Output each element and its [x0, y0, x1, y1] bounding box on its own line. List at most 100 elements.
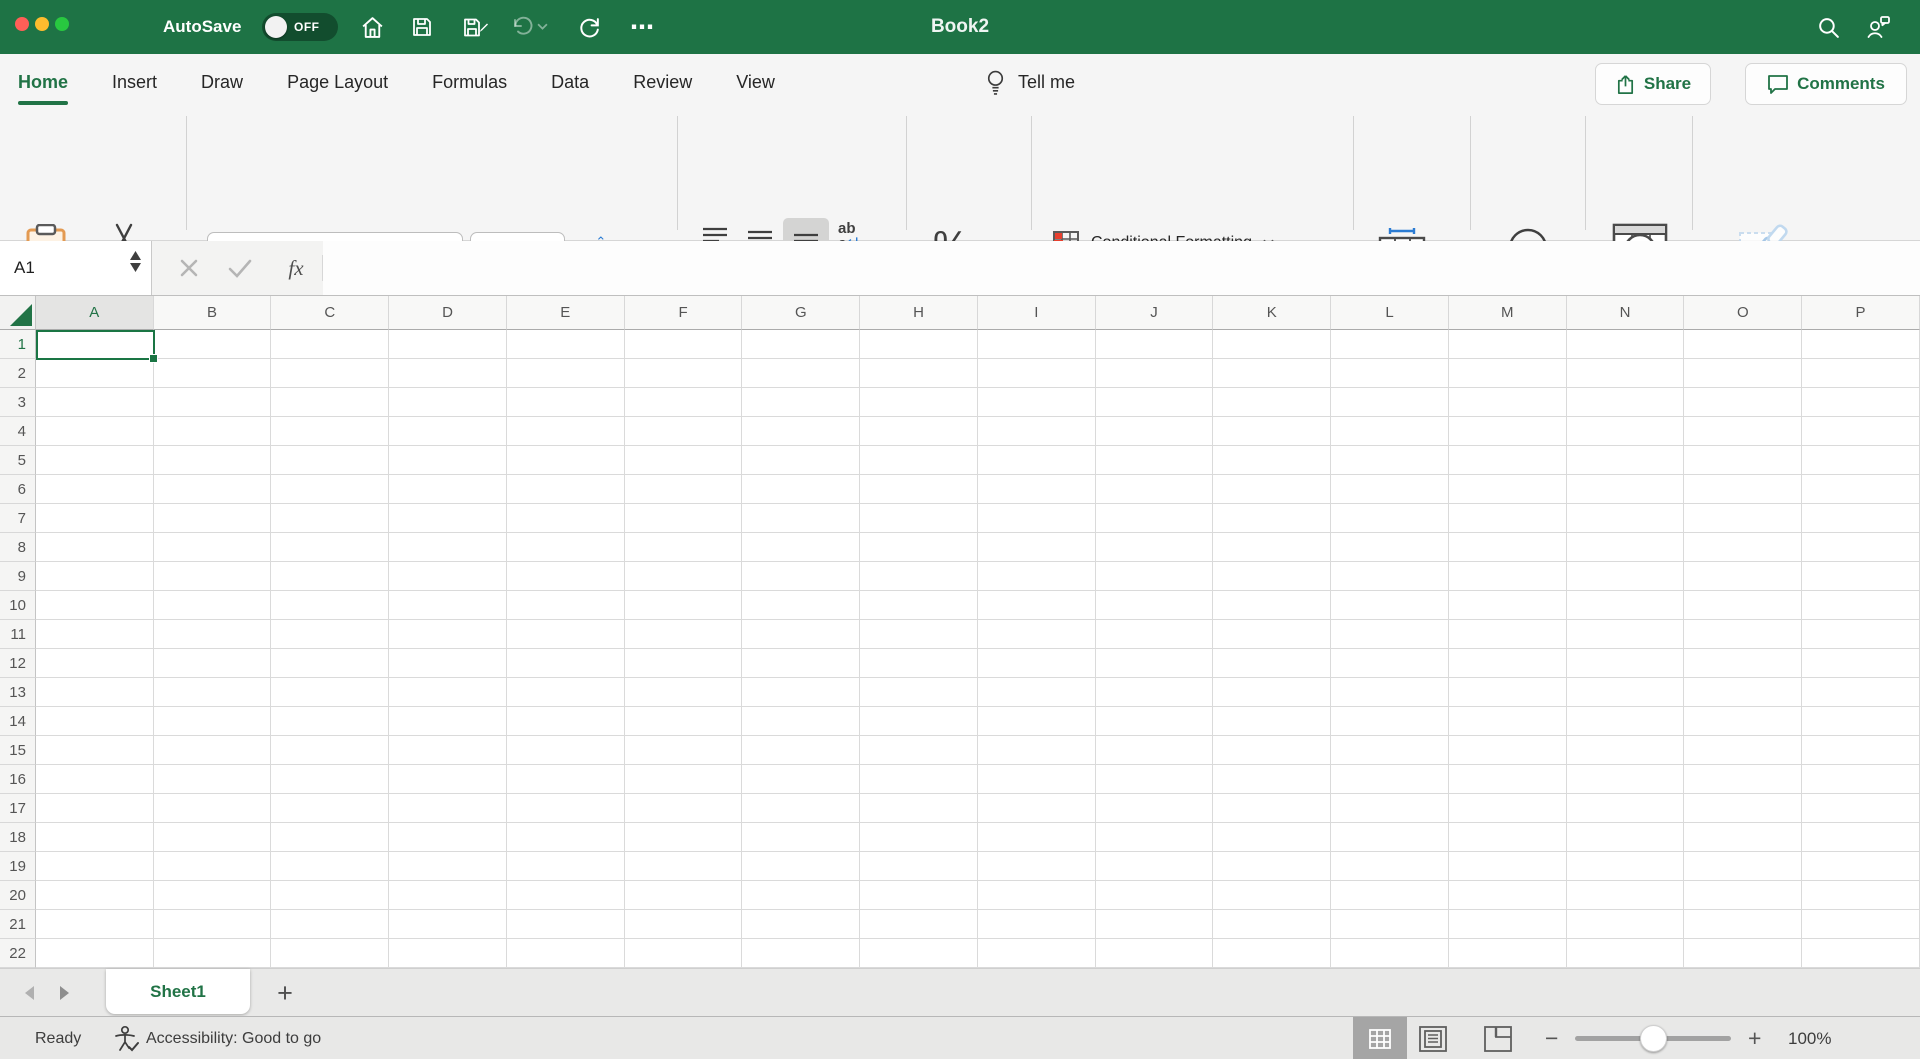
prev-sheet-icon[interactable]	[22, 985, 36, 1001]
cell-D4[interactable]	[389, 417, 507, 446]
cell-P16[interactable]	[1802, 765, 1920, 794]
cell-D18[interactable]	[389, 823, 507, 852]
comments-button[interactable]: Comments	[1745, 63, 1907, 105]
cell-C9[interactable]	[271, 562, 390, 591]
cell-D14[interactable]	[389, 707, 507, 736]
cell-D21[interactable]	[389, 910, 507, 939]
cell-M6[interactable]	[1448, 475, 1567, 504]
cell-K16[interactable]	[1213, 765, 1332, 794]
tab-home[interactable]: Home	[18, 54, 69, 110]
cell-P6[interactable]	[1802, 475, 1920, 504]
cell-O5[interactable]	[1684, 446, 1803, 475]
add-sheet-button[interactable]: +	[262, 969, 308, 1017]
cell-I9[interactable]	[977, 562, 1096, 591]
row-header-11[interactable]: 11	[0, 620, 36, 649]
cell-M11[interactable]	[1448, 620, 1567, 649]
cell-I10[interactable]	[977, 591, 1096, 620]
cell-C19[interactable]	[271, 852, 390, 881]
cell-G22[interactable]	[742, 939, 861, 968]
tab-data[interactable]: Data	[551, 54, 589, 110]
cell-I20[interactable]	[977, 881, 1096, 910]
cell-I15[interactable]	[977, 736, 1096, 765]
cell-J21[interactable]	[1095, 910, 1214, 939]
cell-A5[interactable]	[35, 446, 154, 475]
row-header-2[interactable]: 2	[0, 359, 36, 388]
cell-M16[interactable]	[1448, 765, 1567, 794]
tab-insert[interactable]: Insert	[112, 54, 157, 110]
tab-review[interactable]: Review	[633, 54, 692, 110]
cell-M19[interactable]	[1448, 852, 1567, 881]
cell-L7[interactable]	[1331, 504, 1449, 533]
cell-B5[interactable]	[153, 446, 272, 475]
cell-O21[interactable]	[1684, 910, 1803, 939]
cell-D1[interactable]	[389, 330, 507, 359]
cell-K11[interactable]	[1213, 620, 1332, 649]
cell-G13[interactable]	[742, 678, 861, 707]
select-all-corner[interactable]	[0, 296, 36, 330]
cell-J4[interactable]	[1095, 417, 1214, 446]
cell-M18[interactable]	[1448, 823, 1567, 852]
column-header-C[interactable]: C	[271, 296, 390, 330]
cell-H17[interactable]	[860, 794, 978, 823]
row-header-9[interactable]: 9	[0, 562, 36, 591]
home-icon[interactable]	[357, 0, 387, 54]
cell-G16[interactable]	[742, 765, 861, 794]
cell-B15[interactable]	[153, 736, 272, 765]
column-header-G[interactable]: G	[742, 296, 861, 330]
cell-N2[interactable]	[1566, 359, 1685, 388]
column-header-I[interactable]: I	[977, 296, 1096, 330]
cell-I19[interactable]	[977, 852, 1096, 881]
cell-N9[interactable]	[1566, 562, 1685, 591]
cell-A20[interactable]	[35, 881, 154, 910]
normal-view-button[interactable]	[1353, 1017, 1407, 1059]
cell-A4[interactable]	[35, 417, 154, 446]
cell-J2[interactable]	[1095, 359, 1214, 388]
cell-O10[interactable]	[1684, 591, 1803, 620]
cell-B14[interactable]	[153, 707, 272, 736]
cell-K21[interactable]	[1213, 910, 1332, 939]
cell-B3[interactable]	[153, 388, 272, 417]
cell-H7[interactable]	[860, 504, 978, 533]
column-header-F[interactable]: F	[624, 296, 743, 330]
cell-L13[interactable]	[1331, 678, 1449, 707]
cell-H9[interactable]	[860, 562, 978, 591]
cell-L3[interactable]	[1331, 388, 1449, 417]
cell-P18[interactable]	[1802, 823, 1920, 852]
cell-J11[interactable]	[1095, 620, 1214, 649]
cell-D8[interactable]	[389, 533, 507, 562]
cell-F10[interactable]	[624, 591, 743, 620]
cell-E17[interactable]	[506, 794, 625, 823]
cell-J7[interactable]	[1095, 504, 1214, 533]
cell-H4[interactable]	[860, 417, 978, 446]
cell-J10[interactable]	[1095, 591, 1214, 620]
cell-G7[interactable]	[742, 504, 861, 533]
cell-J1[interactable]	[1095, 330, 1214, 359]
cell-D17[interactable]	[389, 794, 507, 823]
cell-M22[interactable]	[1448, 939, 1567, 968]
cell-E14[interactable]	[506, 707, 625, 736]
cell-N11[interactable]	[1566, 620, 1685, 649]
cell-K2[interactable]	[1213, 359, 1332, 388]
cell-L22[interactable]	[1331, 939, 1449, 968]
cell-N5[interactable]	[1566, 446, 1685, 475]
cell-J8[interactable]	[1095, 533, 1214, 562]
cell-G21[interactable]	[742, 910, 861, 939]
cell-E5[interactable]	[506, 446, 625, 475]
cell-O18[interactable]	[1684, 823, 1803, 852]
more-commands-icon[interactable]: ⋯	[625, 0, 661, 54]
cell-L21[interactable]	[1331, 910, 1449, 939]
cell-C11[interactable]	[271, 620, 390, 649]
cell-I7[interactable]	[977, 504, 1096, 533]
cell-H5[interactable]	[860, 446, 978, 475]
column-header-H[interactable]: H	[860, 296, 978, 330]
cell-I6[interactable]	[977, 475, 1096, 504]
cell-M7[interactable]	[1448, 504, 1567, 533]
cell-K8[interactable]	[1213, 533, 1332, 562]
cell-D13[interactable]	[389, 678, 507, 707]
cell-J5[interactable]	[1095, 446, 1214, 475]
cell-H6[interactable]	[860, 475, 978, 504]
cell-D15[interactable]	[389, 736, 507, 765]
cell-E20[interactable]	[506, 881, 625, 910]
cell-J12[interactable]	[1095, 649, 1214, 678]
cell-H16[interactable]	[860, 765, 978, 794]
